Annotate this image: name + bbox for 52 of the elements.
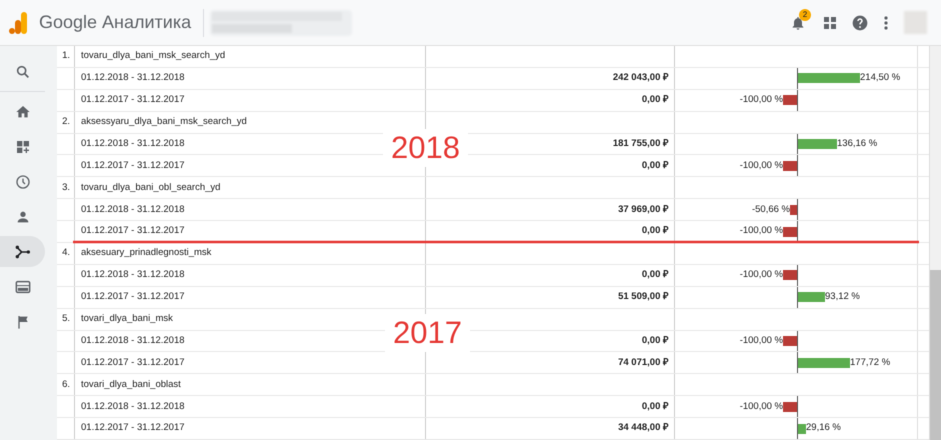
- campaign-name: tovaru_dlya_bani_obl_search_yd: [75, 177, 426, 198]
- change-label: 29,16 %: [806, 421, 841, 436]
- logo-icon: [9, 12, 27, 34]
- change-label: -100,00 %: [740, 334, 783, 348]
- period-cell: 01.12.2018 - 31.12.2018: [75, 68, 426, 89]
- window-icon: [14, 278, 30, 294]
- period-cell: 01.12.2018 - 31.12.2018: [75, 264, 426, 286]
- home-icon: [14, 104, 30, 120]
- dashboard-icon: [14, 138, 30, 154]
- apps-icon[interactable]: [824, 16, 836, 28]
- period-cell: 01.12.2017 - 31.12.2017: [75, 90, 426, 111]
- product-title: Google Аналитика: [39, 11, 192, 34]
- row-number: 1.: [57, 46, 75, 67]
- person-icon: [14, 208, 30, 224]
- revenue-cell: 0,00 ₽: [426, 396, 675, 418]
- clock-icon: [14, 174, 30, 190]
- row-number: 2.: [57, 112, 75, 133]
- change-label: -100,00 %: [740, 93, 783, 108]
- change-label: -100,00 %: [740, 268, 783, 282]
- revenue-cell: 34 448,00 ₽: [426, 418, 675, 440]
- revenue-cell: 0,00 ₽: [426, 264, 675, 286]
- campaign-name: tovari_dlya_bani_oblast: [75, 374, 426, 396]
- campaign-name: tovaru_dlya_bani_msk_search_yd: [75, 46, 426, 67]
- row-number: 6.: [57, 374, 75, 396]
- change-label: 177,72 %: [850, 356, 890, 370]
- change-label: 214,50 %: [860, 71, 900, 86]
- period-cell: 01.12.2017 - 31.12.2017: [75, 286, 426, 308]
- campaign-name: aksesuary_prinadlegnosti_msk: [75, 243, 426, 264]
- notification-badge: 2: [799, 8, 811, 20]
- period-cell: 01.12.2018 - 31.12.2018: [75, 396, 426, 418]
- search-icon: [14, 64, 30, 80]
- period-cell: 01.12.2017 - 31.12.2017: [75, 418, 426, 440]
- revenue-cell: 0,00 ₽: [426, 221, 675, 242]
- change-label: -100,00 %: [740, 158, 783, 173]
- revenue-cell: 242 043,00 ₽: [426, 68, 675, 89]
- period-cell: 01.12.2018 - 31.12.2018: [75, 199, 426, 220]
- sidebar-item[interactable]: [0, 236, 45, 267]
- revenue-cell: 0,00 ₽: [426, 90, 675, 111]
- row-number: 3.: [57, 177, 75, 198]
- row-number: 5.: [57, 308, 75, 330]
- revenue-cell: 51 509,00 ₽: [426, 286, 675, 308]
- change-label: -50,66 %: [752, 202, 790, 217]
- change-label: -100,00 %: [740, 400, 783, 414]
- branch-icon: [14, 244, 30, 260]
- revenue-cell: 37 969,00 ₽: [426, 199, 675, 220]
- more-icon[interactable]: [884, 16, 888, 30]
- row-number: 4.: [57, 243, 75, 264]
- help-icon[interactable]: [852, 14, 868, 30]
- change-label: -100,00 %: [740, 224, 783, 238]
- period-cell: 01.12.2017 - 31.12.2017: [75, 221, 426, 242]
- change-label: 136,16 %: [837, 136, 878, 151]
- change-label: 93,12 %: [825, 290, 860, 304]
